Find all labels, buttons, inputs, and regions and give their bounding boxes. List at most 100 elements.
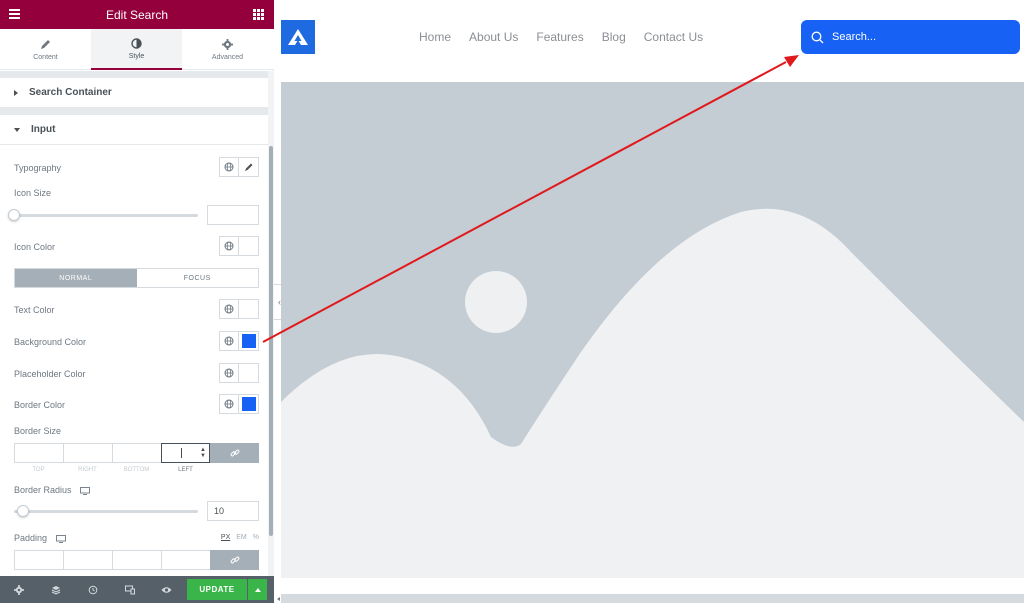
icon-size-slider[interactable] bbox=[14, 214, 198, 217]
border-size-label: Border Size bbox=[14, 426, 62, 436]
unit-percent[interactable]: % bbox=[253, 534, 259, 541]
border-radius-input[interactable]: 10 bbox=[207, 501, 259, 521]
link-icon bbox=[230, 556, 239, 564]
hamburger-menu-icon[interactable] bbox=[9, 9, 20, 19]
scroll-left-arrow-icon[interactable] bbox=[275, 594, 281, 603]
text-color-picker[interactable] bbox=[239, 299, 259, 319]
global-icon[interactable] bbox=[219, 299, 239, 319]
history-icon[interactable] bbox=[74, 576, 111, 603]
search-icon bbox=[811, 31, 824, 43]
widgets-grid-icon[interactable] bbox=[253, 9, 264, 20]
panel-tabs: Content Style Advanced bbox=[0, 29, 274, 70]
caret-up-icon bbox=[254, 587, 261, 592]
unit-px[interactable]: PX bbox=[221, 534, 230, 541]
nav-item-about-us[interactable]: About Us bbox=[469, 30, 518, 44]
hero-image-placeholder bbox=[281, 82, 1024, 578]
settings-gear-icon[interactable] bbox=[0, 576, 37, 603]
border-color-picker[interactable] bbox=[239, 394, 259, 414]
border-bottom-input[interactable] bbox=[112, 443, 161, 463]
padding-left-input[interactable] bbox=[161, 550, 210, 570]
border-size-labels: TOP RIGHT BOTTOM LEFT bbox=[14, 467, 210, 473]
desktop-icon bbox=[55, 534, 66, 543]
tab-advanced-label: Advanced bbox=[211, 53, 244, 61]
border-color-swatch bbox=[241, 397, 256, 411]
tab-content-label: Content bbox=[33, 53, 58, 61]
padding-text: Padding bbox=[14, 533, 48, 543]
text-cursor bbox=[181, 448, 182, 458]
search-placeholder: Search... bbox=[832, 31, 877, 43]
border-left-input[interactable]: ▲ ▼ bbox=[161, 443, 210, 463]
global-icon[interactable] bbox=[219, 331, 239, 351]
state-focus-tab[interactable]: FOCUS bbox=[136, 269, 258, 287]
nav-item-home[interactable]: Home bbox=[419, 30, 451, 44]
image-placeholder-icon bbox=[281, 208, 1024, 578]
icon-color-label: Icon Color bbox=[14, 242, 56, 252]
section-input-label: Input bbox=[31, 124, 56, 135]
edit-pencil-icon[interactable] bbox=[239, 157, 259, 177]
border-radius-slider[interactable] bbox=[14, 510, 198, 513]
border-radius-text: Border Radius bbox=[14, 485, 72, 495]
unit-em[interactable]: EM bbox=[236, 534, 247, 541]
section-input[interactable]: Input bbox=[0, 115, 268, 145]
border-size-dimensions: ▲ ▼ bbox=[14, 443, 259, 463]
background-color-label: Background Color bbox=[14, 337, 87, 347]
state-normal-tab[interactable]: NORMAL bbox=[15, 269, 137, 287]
nav-item-blog[interactable]: Blog bbox=[602, 30, 626, 44]
half-circle-icon bbox=[131, 38, 142, 50]
preview-eye-icon[interactable] bbox=[148, 576, 185, 603]
editor-panel: Edit Search Content Style Advanced Searc… bbox=[0, 0, 274, 603]
panel-body: Search Container Input Typography Icon S… bbox=[0, 71, 268, 576]
padding-bottom-input[interactable] bbox=[112, 550, 161, 570]
dim-top-label: TOP bbox=[32, 467, 45, 473]
tab-style[interactable]: Style bbox=[91, 29, 182, 70]
horizontal-scrollbar[interactable] bbox=[281, 594, 1024, 603]
layers-icon[interactable] bbox=[37, 576, 74, 603]
update-button[interactable]: UPDATE bbox=[187, 579, 247, 600]
tab-advanced[interactable]: Advanced bbox=[182, 29, 273, 70]
placeholder-color-picker[interactable] bbox=[239, 363, 259, 383]
link-values-button[interactable] bbox=[210, 443, 259, 463]
icon-size-input[interactable] bbox=[207, 205, 259, 225]
global-icon[interactable] bbox=[219, 394, 239, 414]
border-top-input[interactable] bbox=[14, 443, 63, 463]
section-search-container[interactable]: Search Container bbox=[0, 78, 268, 108]
panel-scrollbar[interactable] bbox=[268, 71, 274, 576]
padding-right-input[interactable] bbox=[63, 550, 112, 570]
background-color-controls bbox=[219, 331, 259, 351]
divider bbox=[0, 71, 268, 78]
border-radius-label: Border Radius bbox=[14, 485, 90, 495]
icon-size-slider-knob[interactable] bbox=[8, 209, 20, 221]
caret-right-icon bbox=[14, 89, 18, 96]
padding-dimensions bbox=[14, 550, 259, 570]
logo-mark-icon bbox=[288, 29, 308, 45]
icon-color-picker[interactable] bbox=[239, 236, 259, 256]
tab-content[interactable]: Content bbox=[0, 29, 91, 70]
typography-label: Typography bbox=[14, 163, 62, 173]
global-icon[interactable] bbox=[219, 157, 239, 177]
link-values-button[interactable] bbox=[210, 550, 259, 570]
scrollbar-thumb[interactable] bbox=[269, 146, 273, 536]
padding-top-input[interactable] bbox=[14, 550, 63, 570]
nav-item-contact-us[interactable]: Contact Us bbox=[644, 30, 703, 44]
dim-bottom-label: BOTTOM bbox=[123, 467, 150, 473]
border-radius-slider-knob[interactable] bbox=[17, 505, 29, 517]
site-logo[interactable] bbox=[281, 20, 315, 54]
border-color-label: Border Color bbox=[14, 400, 66, 410]
global-icon[interactable] bbox=[219, 236, 239, 256]
background-color-picker[interactable] bbox=[239, 331, 259, 351]
icon-color-controls bbox=[219, 236, 259, 256]
section-search-container-label: Search Container bbox=[29, 87, 112, 98]
nav-item-features[interactable]: Features bbox=[536, 30, 583, 44]
dim-right-label: RIGHT bbox=[78, 467, 97, 473]
padding-label: Padding bbox=[14, 533, 66, 543]
responsive-mode-icon[interactable] bbox=[111, 576, 148, 603]
border-right-input[interactable] bbox=[63, 443, 112, 463]
spinner-icon[interactable]: ▲ ▼ bbox=[200, 447, 206, 459]
pencil-icon bbox=[40, 39, 51, 51]
padding-units: PX EM % bbox=[221, 534, 259, 541]
search-input[interactable]: Search... bbox=[801, 20, 1020, 54]
global-icon[interactable] bbox=[219, 363, 239, 383]
state-toggle: NORMAL FOCUS bbox=[14, 268, 259, 288]
update-options-button[interactable] bbox=[248, 579, 267, 600]
text-color-controls bbox=[219, 299, 259, 319]
